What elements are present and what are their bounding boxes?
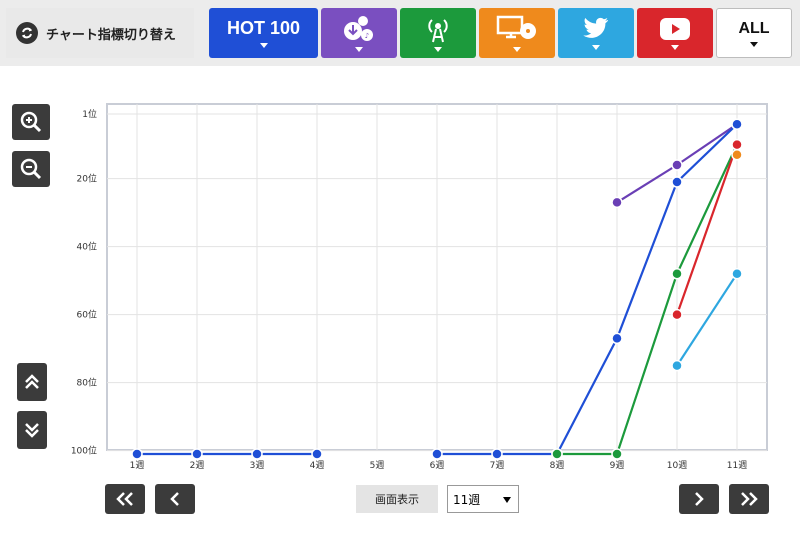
weeks-select-value: 11週 xyxy=(453,492,481,507)
y-axis-labels: 1位 20位 40位 60位 80位 100位 xyxy=(71,108,97,457)
chevron-down-icon xyxy=(592,44,600,50)
tab-youtube[interactable] xyxy=(637,8,713,58)
data-point[interactable] xyxy=(731,138,743,151)
zoom-out-icon xyxy=(20,158,42,180)
data-point[interactable] xyxy=(671,159,683,171)
youtube-icon xyxy=(660,17,690,40)
data-point[interactable] xyxy=(551,448,563,460)
refresh-icon xyxy=(16,22,38,44)
monitor-cd-icon xyxy=(496,15,536,39)
x-tick-label: 7週 xyxy=(490,460,505,471)
next-page-button[interactable] xyxy=(679,484,719,514)
data-point[interactable] xyxy=(731,138,743,151)
series-line xyxy=(557,144,738,456)
data-point[interactable] xyxy=(131,448,143,460)
display-range-label: 画面表示 xyxy=(356,485,438,513)
chevron-down-icon xyxy=(503,497,511,503)
y-tick-label: 40位 xyxy=(77,241,97,253)
chart-switch-label: チャート指標切り替え xyxy=(46,27,176,43)
data-point[interactable] xyxy=(251,448,263,460)
tab-download[interactable]: ♪ xyxy=(321,8,397,58)
series-line xyxy=(676,273,738,367)
y-tick-label: 1位 xyxy=(82,108,97,120)
y-tick-label: 80位 xyxy=(77,377,97,389)
chevron-left-icon xyxy=(170,492,179,506)
tab-twitter[interactable] xyxy=(558,8,634,58)
data-point[interactable] xyxy=(611,448,623,460)
x-axis-labels: 1週 2週 3週 4週 5週 6週 7週 8週 9週 10週 11週 xyxy=(130,460,748,471)
x-tick-label: 4週 xyxy=(310,460,325,471)
data-point[interactable] xyxy=(431,448,443,460)
x-tick-label: 9週 xyxy=(610,460,625,471)
svg-text:♪: ♪ xyxy=(365,32,369,40)
zoom-out-button[interactable] xyxy=(12,151,50,187)
series-lines xyxy=(137,123,739,456)
double-chevron-up-icon xyxy=(25,374,39,389)
tab-hot100[interactable]: HOT 100 xyxy=(209,8,318,58)
x-tick-label: 8週 xyxy=(550,460,565,471)
series-points xyxy=(131,118,743,460)
chart-plot-area xyxy=(106,103,768,451)
chevron-down-icon xyxy=(434,46,442,52)
chevron-down-icon xyxy=(750,41,758,47)
data-point[interactable] xyxy=(731,268,743,280)
chevron-right-icon xyxy=(695,492,704,506)
data-point[interactable] xyxy=(671,359,683,372)
chart-switch-button[interactable]: チャート指標切り替え xyxy=(6,8,194,58)
x-tick-label: 5週 xyxy=(370,460,385,471)
first-page-button[interactable] xyxy=(105,484,145,514)
series-line xyxy=(675,144,739,315)
data-point[interactable] xyxy=(611,332,623,345)
data-point[interactable] xyxy=(611,196,623,209)
chevron-down-icon xyxy=(671,44,679,50)
data-point[interactable] xyxy=(731,149,743,161)
tab-hot100-label: HOT 100 xyxy=(226,18,301,38)
chart-grid xyxy=(107,104,767,452)
tab-all[interactable]: ALL xyxy=(716,8,792,58)
tab-radio[interactable] xyxy=(400,8,476,58)
zoom-in-icon xyxy=(20,111,42,133)
data-point[interactable] xyxy=(731,118,743,130)
tab-pc-cd[interactable] xyxy=(479,8,555,58)
tab-all-label: ALL xyxy=(738,19,770,37)
y-tick-label: 100位 xyxy=(71,445,97,457)
y-tick-label: 20位 xyxy=(77,173,97,185)
x-tick-label: 2週 xyxy=(190,460,205,471)
data-point[interactable] xyxy=(311,448,323,460)
data-point[interactable] xyxy=(671,308,683,321)
double-chevron-down-icon xyxy=(25,423,39,438)
last-page-button[interactable] xyxy=(729,484,769,514)
download-icon: ♪ xyxy=(344,15,373,41)
data-point[interactable] xyxy=(551,448,563,460)
prev-page-button[interactable] xyxy=(155,484,195,514)
weeks-select[interactable]: 11週 xyxy=(447,485,519,513)
rank-line-chart: 1位 20位 40位 60位 80位 100位 1週 2週 3週 4週 5週 6週 7週 8週 9週 10週… xyxy=(71,103,768,471)
chart-switcher-bar: チャート指標切り替え HOT 100 ♪ ALL xyxy=(0,0,800,66)
series-line xyxy=(437,123,738,456)
data-point[interactable] xyxy=(191,448,203,460)
x-tick-label: 1週 xyxy=(130,460,145,471)
scroll-down-button[interactable] xyxy=(17,411,47,449)
series-line xyxy=(616,123,738,204)
scroll-up-button[interactable] xyxy=(17,363,47,401)
x-tick-label: 6週 xyxy=(430,460,445,471)
twitter-icon xyxy=(583,17,608,38)
data-point[interactable] xyxy=(671,176,683,188)
radio-tower-icon xyxy=(428,18,448,42)
data-point[interactable] xyxy=(731,118,743,130)
zoom-in-button[interactable] xyxy=(12,104,50,140)
chevron-down-icon xyxy=(513,46,521,52)
y-tick-label: 60位 xyxy=(77,309,97,321)
x-tick-label: 11週 xyxy=(727,460,747,471)
chevron-down-icon xyxy=(259,43,268,48)
data-point[interactable] xyxy=(491,448,503,460)
double-chevron-right-icon xyxy=(741,492,758,506)
x-tick-label: 10週 xyxy=(667,460,687,471)
data-point[interactable] xyxy=(671,268,683,280)
double-chevron-left-icon xyxy=(116,492,133,506)
chevron-down-icon xyxy=(355,46,363,52)
x-tick-label: 3週 xyxy=(250,460,265,471)
